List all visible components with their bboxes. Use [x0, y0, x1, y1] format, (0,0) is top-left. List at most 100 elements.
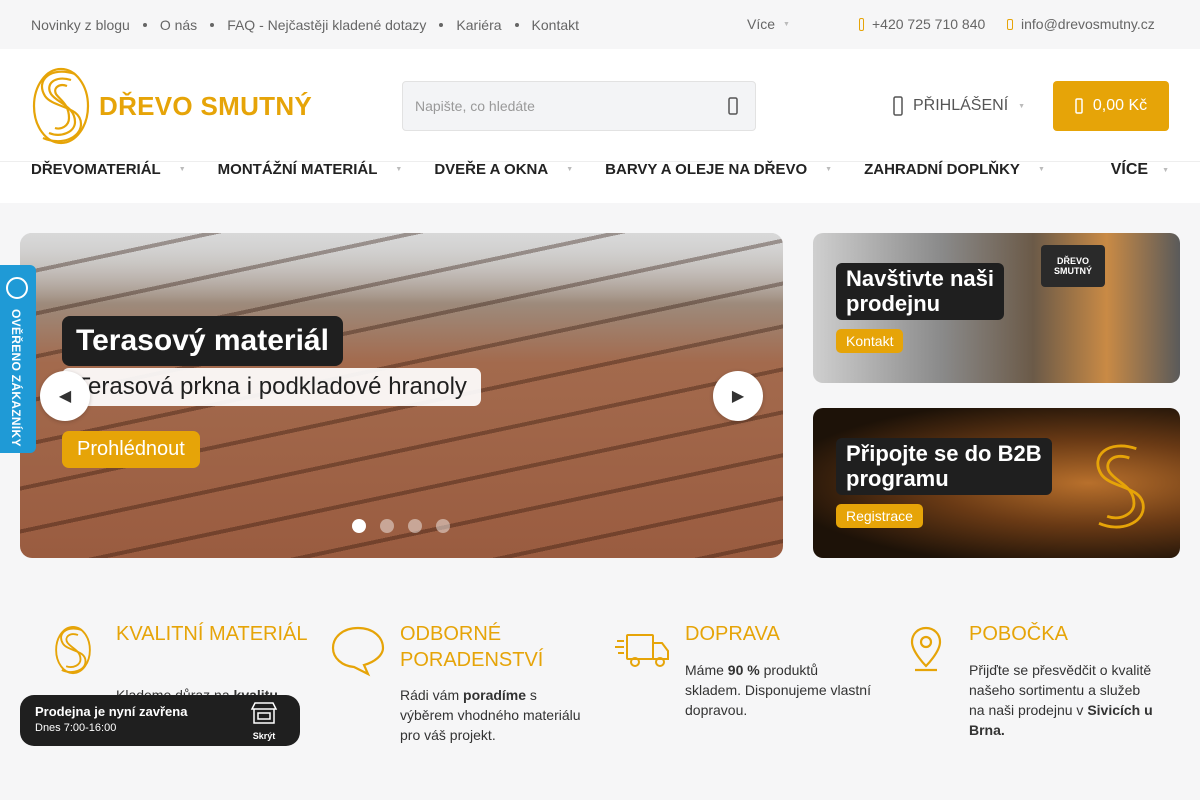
- map-pin-icon: [910, 626, 942, 672]
- verified-badge-text: OVĚŘENO ZÁKAZNÍKY: [9, 309, 23, 447]
- banner-showroom[interactable]: DŘEVO SMUTNÝ Navštivte naši prodejnu Kon…: [813, 233, 1180, 383]
- chevron-down-icon: ▼: [566, 166, 574, 173]
- banner-b2b[interactable]: Připojte se do B2B programu Registrace: [813, 408, 1180, 558]
- link-career[interactable]: Kariéra: [456, 17, 501, 33]
- separator-dot: [142, 22, 147, 27]
- slide-cta-button[interactable]: Prohlédnout: [62, 431, 200, 468]
- email-address: info@drevosmutny.cz: [1021, 16, 1155, 32]
- slider-dot[interactable]: [436, 519, 450, 533]
- feature-text-bold: 90 %: [727, 662, 760, 678]
- slider-next-button[interactable]: ▶: [713, 371, 763, 421]
- nav-item-barvy-a-oleje[interactable]: BARVY A OLEJE NA DŘEVO ▼: [605, 161, 832, 178]
- shop-status-title: Prodejna je nyní zavřena: [35, 704, 188, 719]
- slider-prev-button[interactable]: ◀: [40, 371, 90, 421]
- email-link[interactable]: info@drevosmutny.cz: [1007, 16, 1155, 32]
- nav-item-label: MONTÁŽNÍ MATERIÁL: [217, 161, 378, 178]
- showroom-sign: DŘEVO SMUTNÝ: [1041, 245, 1105, 287]
- separator-dot: [439, 22, 444, 27]
- mail-icon: [1007, 18, 1013, 30]
- arrow-left-icon: ◀: [58, 388, 72, 405]
- search-input[interactable]: [415, 98, 723, 114]
- banner-contact-button[interactable]: Kontakt: [836, 329, 904, 353]
- link-faq[interactable]: FAQ - Nejčastěji kladené dotazy: [227, 17, 426, 33]
- top-bar: Novinky z blogu O nás FAQ - Nejčastěji k…: [0, 0, 1200, 49]
- chevron-down-icon: ▼: [1037, 166, 1045, 173]
- main-content: Terasový materiál Terasová prkna i podkl…: [0, 203, 1200, 800]
- search-icon: [728, 97, 738, 115]
- logo-text: DŘEVO SMUTNÝ: [99, 90, 313, 121]
- phone-link[interactable]: +420 725 710 840: [859, 16, 985, 32]
- banner-register-button[interactable]: Registrace: [836, 504, 923, 528]
- nav-item-montazni-material[interactable]: MONTÁŽNÍ MATERIÁL ▼: [218, 161, 403, 178]
- link-contact[interactable]: Kontakt: [532, 17, 579, 33]
- top-more-label: Více: [747, 16, 776, 32]
- slider-dot[interactable]: [408, 519, 422, 533]
- banner-title: Navštivte naši prodejnu: [836, 263, 1004, 320]
- shop-status-hide-button[interactable]: Skrýt: [250, 701, 278, 741]
- feature-text-bold: poradíme: [463, 687, 527, 703]
- logo-icon: [32, 67, 90, 145]
- phone-number: +420 725 710 840: [872, 16, 986, 32]
- slider-dot[interactable]: [352, 519, 366, 533]
- banner-title: Připojte se do B2B programu: [836, 438, 1052, 495]
- banner-title-line: Navštivte naši: [846, 266, 994, 291]
- search-button[interactable]: [723, 96, 743, 116]
- slider-dots: [352, 519, 450, 533]
- main-nav: DŘEVOMATERIÁL ▼ MONTÁŽNÍ MATERIÁL ▼ DVEŘ…: [31, 161, 1169, 178]
- cart-button[interactable]: 0,00 Kč: [1053, 81, 1169, 131]
- logo-mark-icon: [1096, 444, 1145, 529]
- chevron-down-icon: ▼: [825, 166, 833, 173]
- feature-text: Přijďte se přesvědčit o kvalitě našeho s…: [969, 660, 1159, 740]
- nav-item-label: DVEŘE A OKNA: [434, 161, 549, 178]
- feature-text: Máme 90 % produktů skladem. Disponujeme …: [685, 660, 875, 720]
- top-more-menu[interactable]: Více ▼: [747, 16, 790, 32]
- verified-badge-icon: [6, 277, 28, 299]
- link-blog[interactable]: Novinky z blogu: [31, 17, 130, 33]
- nav-item-zahradni-doplnky[interactable]: ZAHRADNÍ DOPLŇKY ▼: [864, 161, 1045, 178]
- nav-item-dvere-a-okna[interactable]: DVEŘE A OKNA ▼: [434, 161, 573, 178]
- shop-status-hours: Dnes 7:00-16:00: [35, 722, 117, 734]
- cart-icon: [1075, 98, 1083, 114]
- chevron-down-icon: ▼: [783, 20, 790, 28]
- banner-title-line: Připojte se do B2B: [846, 441, 1042, 466]
- user-icon: [893, 96, 903, 116]
- feature-text: Rádi vám poradíme s výběrem vhodného mat…: [400, 685, 590, 745]
- feature-text-pre: Máme: [685, 662, 728, 678]
- top-links: Novinky z blogu O nás FAQ - Nejčastěji k…: [31, 17, 579, 33]
- nav-more-label: VÍCE: [1110, 161, 1149, 178]
- logo[interactable]: DŘEVO SMUTNÝ: [31, 66, 312, 146]
- banner-title-line: prodejnu: [846, 291, 941, 317]
- nav-item-label: DŘEVOMATERIÁL: [31, 161, 161, 178]
- feature-title: ODBORNÉ PORADENSTVÍ: [400, 623, 544, 671]
- arrow-right-icon: ▶: [731, 388, 745, 405]
- verified-customers-badge[interactable]: OVĚŘENO ZÁKAZNÍKY: [0, 265, 36, 453]
- phone-icon: [859, 17, 864, 31]
- chevron-down-icon: ▼: [178, 166, 186, 173]
- nav-item-label: ZAHRADNÍ DOPLŇKY: [864, 161, 1020, 178]
- login-label: PŘIHLÁŠENÍ: [913, 97, 1009, 114]
- hero-slider: Terasový materiál Terasová prkna i podkl…: [20, 233, 783, 558]
- separator-dot: [210, 22, 215, 27]
- nav-item-drevomaterial[interactable]: DŘEVOMATERIÁL ▼: [31, 161, 186, 178]
- truck-icon: [615, 634, 669, 667]
- header: DŘEVO SMUTNÝ PŘIHLÁŠENÍ ▼ 0,00 Kč DŘEVOM…: [0, 49, 1200, 178]
- feature-title: KVALITNÍ MATERIÁL: [116, 623, 308, 645]
- shop-status-hide-label: Skrýt: [252, 731, 276, 741]
- chevron-down-icon: ▼: [395, 166, 403, 173]
- shop-status-widget: Prodejna je nyní zavřena Dnes 7:00-16:00…: [20, 695, 300, 746]
- feature-title: DOPRAVA: [685, 623, 780, 645]
- chevron-down-icon: ▼: [1018, 102, 1026, 110]
- banner-title-line: programu: [846, 466, 949, 492]
- chat-bubble-icon: [331, 626, 385, 677]
- feature-text-pre: Rádi vám: [400, 687, 464, 703]
- separator-dot: [514, 22, 519, 27]
- slide-title: Terasový materiál: [62, 316, 343, 366]
- nav-item-label: BARVY A OLEJE NA DŘEVO: [605, 161, 808, 178]
- login-button[interactable]: PŘIHLÁŠENÍ ▼: [893, 96, 1025, 116]
- nav-more-menu[interactable]: VÍCE ▼: [1111, 161, 1169, 179]
- store-icon: [250, 702, 278, 724]
- logo-s-icon: [55, 625, 91, 675]
- link-about[interactable]: O nás: [160, 17, 197, 33]
- chevron-down-icon: ▼: [1162, 166, 1169, 174]
- slider-dot[interactable]: [380, 519, 394, 533]
